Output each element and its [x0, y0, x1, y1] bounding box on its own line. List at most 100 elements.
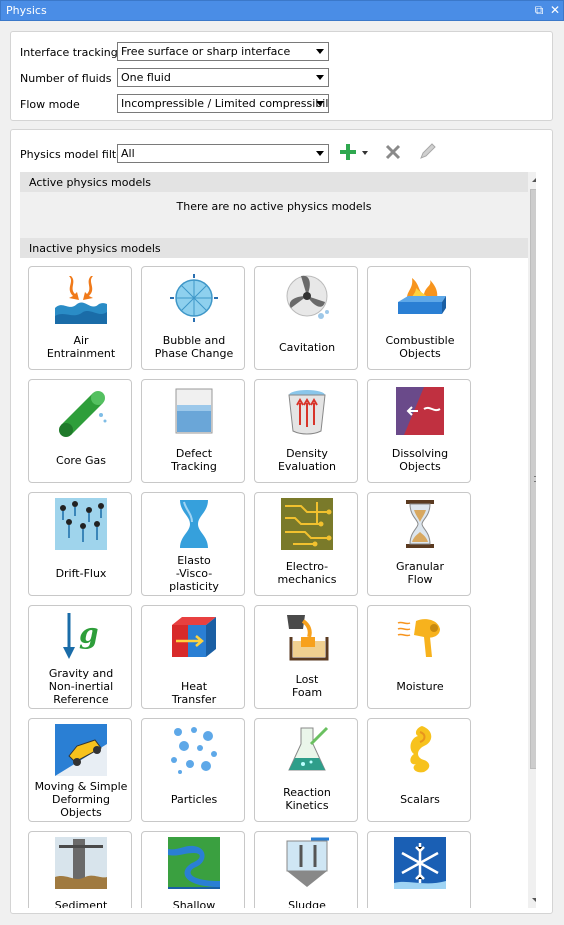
- model-card-bubble[interactable]: Bubble and Phase Change: [141, 266, 245, 370]
- particles-icon: [171, 727, 217, 774]
- model-label: Sludge: [288, 899, 326, 908]
- model-label: Sediment: [54, 899, 108, 908]
- model-label: Cavitation: [278, 341, 336, 354]
- model-card-particles[interactable]: Particles: [141, 718, 245, 822]
- bubble-icon: [170, 274, 218, 322]
- circuit-icon: [281, 498, 333, 550]
- restore-icon[interactable]: ⧉: [531, 2, 547, 19]
- model-label: Moisture: [396, 680, 444, 693]
- number-of-fluids-label: Number of fluids: [20, 72, 112, 85]
- window-titlebar: Physics ⧉ ✕: [0, 0, 564, 21]
- model-card-air-entrainment[interactable]: Air Entrainment: [28, 266, 132, 370]
- chevron-down-icon: [316, 75, 324, 80]
- sludge-icon: [286, 837, 329, 887]
- model-card-combustible[interactable]: Combustible Objects: [367, 266, 471, 370]
- model-label: Electro- mechanics: [277, 560, 337, 586]
- air-entrainment-icon: [55, 276, 107, 324]
- model-card-electro[interactable]: Electro- mechanics: [254, 492, 358, 596]
- model-card-lost-foam[interactable]: Lost Foam: [254, 605, 358, 709]
- physics-models-list: Active physics models There are no activ…: [20, 172, 536, 908]
- model-label: Shallow: [172, 899, 216, 908]
- model-card-moisture[interactable]: Moisture: [367, 605, 471, 709]
- propeller-icon: [286, 275, 329, 319]
- physics-filter-select[interactable]: All: [117, 144, 329, 163]
- hourglass-icon: [406, 500, 434, 548]
- number-of-fluids-select[interactable]: One fluid: [117, 68, 329, 87]
- sediment-icon: [55, 837, 107, 889]
- x-icon[interactable]: [384, 143, 402, 161]
- model-card-granular[interactable]: Granular Flow: [367, 492, 471, 596]
- model-label: Elasto -Visco- plasticity: [169, 554, 219, 593]
- chevron-down-icon: [316, 49, 324, 54]
- close-icon[interactable]: ✕: [547, 2, 563, 19]
- drift-flux-icon: [55, 498, 107, 550]
- swirl-icon: [410, 726, 432, 773]
- gravity-icon: g: [63, 613, 99, 659]
- model-label: Heat Transfer: [171, 680, 217, 706]
- model-card-elasto[interactable]: Elasto -Visco- plasticity: [141, 492, 245, 596]
- scroll-up-icon[interactable]: [532, 178, 536, 182]
- beaker-icon: [175, 388, 213, 434]
- model-card-reaction[interactable]: Reaction Kinetics: [254, 718, 358, 822]
- model-card-heat[interactable]: Heat Transfer: [141, 605, 245, 709]
- model-label: Core Gas: [56, 454, 106, 467]
- model-label: Air Entrainment: [46, 334, 116, 360]
- active-models-header: Active physics models: [20, 172, 528, 192]
- model-label: Scalars: [400, 793, 440, 806]
- model-label: Particles: [170, 793, 218, 806]
- dissolving-icon: [396, 387, 444, 435]
- vertical-scrollbar[interactable]: [528, 172, 536, 908]
- window-title: Physics: [6, 4, 47, 17]
- model-label: Defect Tracking: [171, 447, 217, 473]
- model-card-drift-flux[interactable]: Drift-Flux: [28, 492, 132, 596]
- inactive-models-header: Inactive physics models: [20, 238, 528, 258]
- model-card-moving[interactable]: Moving & Simple Deforming Objects: [28, 718, 132, 822]
- flame-icon: [398, 278, 446, 314]
- model-label: Bubble and Phase Change: [154, 334, 234, 360]
- chevron-down-icon: [316, 151, 324, 156]
- active-models-area: There are no active physics models: [20, 192, 528, 238]
- model-card-defect-tracking[interactable]: Defect Tracking: [141, 379, 245, 483]
- model-card-gravity[interactable]: g Gravity and Non-inertial Reference: [28, 605, 132, 709]
- model-label: Moving & Simple Deforming Objects: [34, 780, 128, 819]
- model-label: Reaction Kinetics: [283, 786, 331, 812]
- physics-filter-label: Physics model filter: [20, 148, 128, 161]
- river-icon: [168, 837, 220, 889]
- model-label: Combustible Objects: [385, 334, 455, 360]
- model-card-scalars[interactable]: Scalars: [367, 718, 471, 822]
- model-card-dissolving[interactable]: Dissolving Objects: [367, 379, 471, 483]
- model-card-sediment[interactable]: Sediment: [28, 831, 132, 908]
- physics-models-group: Physics model filter All Active physics …: [10, 129, 553, 914]
- grip-icon: [534, 476, 536, 482]
- plus-icon[interactable]: [338, 142, 372, 162]
- flow-mode-label: Flow mode: [20, 98, 80, 111]
- model-label: Drift-Flux: [55, 567, 107, 580]
- elasto-icon: [180, 500, 208, 548]
- car-icon: [55, 724, 107, 776]
- heat-icon: [172, 617, 216, 657]
- model-card-shallow[interactable]: Shallow: [141, 831, 245, 908]
- model-label: Dissolving Objects: [391, 447, 449, 473]
- interface-tracking-select[interactable]: Free surface or sharp interface: [117, 42, 329, 61]
- flow-mode-value: Incompressible / Limited compressibility: [121, 97, 329, 110]
- pot-icon: [288, 390, 326, 435]
- core-gas-icon: [59, 391, 107, 437]
- pencil-icon[interactable]: [417, 142, 437, 162]
- empty-message: There are no active physics models: [176, 200, 372, 213]
- model-card-solidification[interactable]: [367, 831, 471, 908]
- interface-tracking-value: Free surface or sharp interface: [121, 45, 291, 58]
- model-card-cavitation[interactable]: Cavitation: [254, 266, 358, 370]
- chevron-down-icon: [316, 101, 324, 106]
- scroll-thumb[interactable]: [530, 189, 536, 769]
- interface-tracking-label: Interface tracking: [20, 46, 118, 59]
- number-of-fluids-value: One fluid: [121, 71, 171, 84]
- model-label: Density Evaluation: [277, 447, 337, 473]
- ladle-icon: [287, 615, 329, 661]
- model-card-sludge[interactable]: Sludge: [254, 831, 358, 908]
- model-card-density[interactable]: Density Evaluation: [254, 379, 358, 483]
- physics-filter-value: All: [121, 147, 135, 160]
- flow-mode-select[interactable]: Incompressible / Limited compressibility: [117, 94, 329, 113]
- model-card-core-gas[interactable]: Core Gas: [28, 379, 132, 483]
- scroll-down-icon[interactable]: [532, 898, 536, 902]
- model-label: Gravity and Non-inertial Reference: [48, 667, 114, 706]
